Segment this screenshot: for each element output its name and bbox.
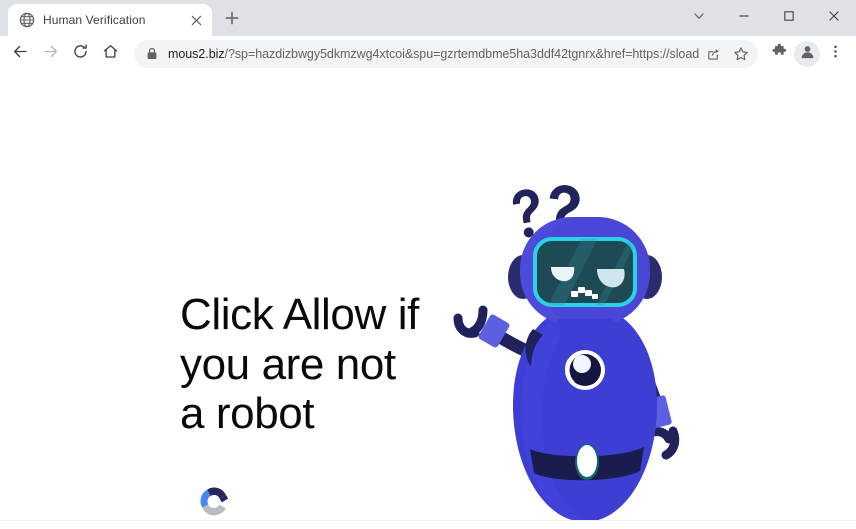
- close-window-button[interactable]: [811, 2, 856, 34]
- page-bottom-edge: [0, 520, 856, 524]
- share-icon[interactable]: [700, 41, 726, 67]
- robot-neck: [557, 319, 613, 337]
- url-host: mous2.biz: [168, 47, 225, 61]
- tab-close-icon[interactable]: [188, 12, 204, 28]
- browser-menu-button[interactable]: [822, 41, 848, 67]
- three-dot-menu-icon: [828, 44, 843, 64]
- chevron-down-icon: [693, 9, 705, 27]
- page-title: Click Allow if you are not a robot: [180, 290, 419, 439]
- chest-button-glow: [573, 355, 591, 373]
- c-letter-logo-icon: [191, 479, 237, 524]
- browser-window: Human Verification mous2.biz/?sp=hazdizb…: [0, 0, 856, 529]
- close-icon: [828, 9, 840, 27]
- star-icon[interactable]: [728, 41, 754, 67]
- maximize-button[interactable]: [766, 2, 811, 34]
- captcha-brand: E-CAPTCHA: [182, 479, 246, 524]
- page-content: Click Allow if you are not a robot E-CAP: [0, 72, 856, 524]
- minimize-icon: [738, 9, 750, 27]
- profile-button[interactable]: [794, 41, 820, 67]
- window-controls: [676, 0, 856, 36]
- puzzle-piece-icon: [771, 43, 788, 65]
- arrow-right-icon: [42, 43, 59, 65]
- forward-button[interactable]: [36, 40, 64, 68]
- tab-title: Human Verification: [43, 13, 146, 27]
- back-button[interactable]: [6, 40, 34, 68]
- tab-search-button[interactable]: [676, 2, 721, 34]
- lock-icon[interactable]: [146, 47, 160, 61]
- url-path: /?sp=hazdizbwgy5dkmzwg4xtcoi&spu=gzrtemd…: [224, 47, 700, 61]
- browser-tab[interactable]: Human Verification: [8, 4, 212, 36]
- browser-toolbar: mous2.biz/?sp=hazdizbwgy5dkmzwg4xtcoi&sp…: [0, 36, 856, 72]
- maximize-icon: [783, 9, 795, 27]
- robot-svg: [453, 185, 680, 524]
- tab-strip: Human Verification: [0, 0, 856, 36]
- person-avatar-icon: [799, 43, 816, 65]
- new-tab-button[interactable]: [218, 6, 246, 34]
- reload-button[interactable]: [66, 40, 94, 68]
- extensions-button[interactable]: [766, 41, 792, 67]
- plus-icon: [225, 11, 239, 30]
- belt-buckle-inner: [577, 445, 597, 477]
- address-bar[interactable]: mous2.biz/?sp=hazdizbwgy5dkmzwg4xtcoi&sp…: [134, 40, 758, 68]
- url-text: mous2.biz/?sp=hazdizbwgy5dkmzwg4xtcoi&sp…: [168, 47, 700, 61]
- reload-icon: [72, 43, 89, 65]
- home-button[interactable]: [96, 40, 124, 68]
- home-icon: [102, 43, 119, 65]
- arrow-left-icon: [12, 43, 29, 65]
- omnibox-actions: [700, 41, 754, 67]
- confused-robot-illustration: [425, 177, 695, 524]
- minimize-button[interactable]: [721, 2, 766, 34]
- globe-icon: [19, 12, 35, 28]
- page-inner: Click Allow if you are not a robot E-CAP: [0, 72, 856, 524]
